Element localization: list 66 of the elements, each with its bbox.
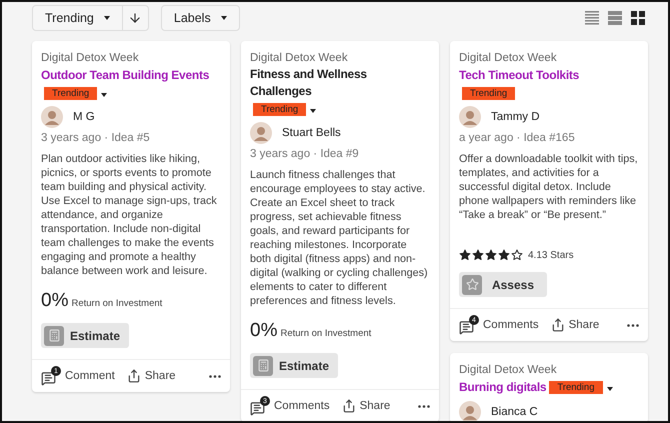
trending-tag: Trending [44,87,98,100]
caret-icon[interactable] [606,387,612,391]
idea-description: Plan outdoor activities like hiking, picnics, or sports events to promote team building and physical activity. Use Excel to manage sign-ups, track attendance, and organize transportation. Include non-digital team challenges to make the events engaging and promote a healthy balance between work and leisure. [41,152,218,278]
idea-title[interactable]: Outdoor Team Building Events [41,67,210,84]
estimate-button[interactable]: Estimate [41,323,129,348]
idea-title[interactable]: Burning digitals [459,379,546,396]
calculator-icon [253,356,273,376]
roi-label: Return on Investment [71,298,162,309]
more-icon [418,404,430,408]
share-button[interactable]: Share [342,399,390,413]
project-name: Digital Detox Week [459,364,558,376]
comment-icon [41,371,56,386]
star-icon [498,249,510,261]
trending-tag: Trending [462,87,516,100]
caret-icon[interactable] [101,93,108,97]
idea-meta: a year ago · Idea #165 [459,132,576,144]
more-icon [627,324,639,326]
project-name: Digital Detox Week [41,52,140,64]
avatar-icon [41,106,63,128]
avatar-icon [459,401,481,421]
calculator-icon [44,326,64,346]
list-view-icon[interactable] [584,10,600,26]
roi-label: Return on Investment [280,328,372,339]
stars-label: 4.13 Stars [528,250,574,260]
star-icon [459,249,471,261]
share-button[interactable]: Share [126,369,176,383]
idea-description: Launch fitness challenges that encourage employees to stay active. Create an Excel sheet to track progress, set achievable fitness goals, and reward participants for reaching milestones. Incorporate both digital (fitness apps) and non-digital (walking or cycling challenges) elements to cater to different preferences and fitness levels. [250,168,429,308]
idea-title[interactable]: Fitness and Wellness Challenges [250,66,430,100]
author-name: Tammy D [491,111,540,123]
roi-value: 0% [250,320,278,342]
avatar-icon [250,122,272,144]
rows-view-icon[interactable] [607,10,623,26]
caret-icon [220,16,227,20]
roi-value: 0% [41,290,68,312]
caret-icon [104,16,110,20]
author-name: Stuart Bells [282,127,341,139]
more-button[interactable] [209,374,221,378]
more-icon [209,374,221,378]
idea-meta: 3 years ago · Idea #5 [41,132,151,144]
idea-title[interactable]: Tech Timeout Toolkits [459,67,580,84]
star-icon [485,249,497,261]
more-button[interactable] [627,324,639,326]
author-name: Bianca C [491,406,538,418]
idea-meta: 3 years ago · Idea #9 [250,148,360,160]
assess-button[interactable]: Assess [459,272,547,297]
share-icon [342,399,356,413]
share-button[interactable]: Share [550,318,600,332]
idea-description: Offer a downloadable toolkit with tips, templates, and activities for a successful digital detox. Include phone wallpapers with reminders like “Take a break” or “Be present.” [459,152,639,223]
labels-dropdown[interactable]: Labels [162,6,239,30]
share-icon [126,369,141,383]
avatar-icon [459,106,481,128]
star-icon [472,249,484,261]
grid-view-icon[interactable] [630,10,646,26]
sort-dropdown[interactable]: Trending [33,6,122,30]
caret-icon[interactable] [310,109,316,113]
author-name: M G [73,111,95,123]
trending-tag: Trending [253,103,306,116]
comment-icon [459,320,474,335]
share-icon [550,318,565,332]
project-name: Digital Detox Week [459,52,558,64]
estimate-button[interactable]: Estimate [250,353,338,378]
comment-icon [250,401,265,416]
star-icon [511,249,523,261]
more-button[interactable] [418,404,430,408]
trending-tag: Trending [549,381,602,394]
project-name: Digital Detox Week [250,52,349,64]
